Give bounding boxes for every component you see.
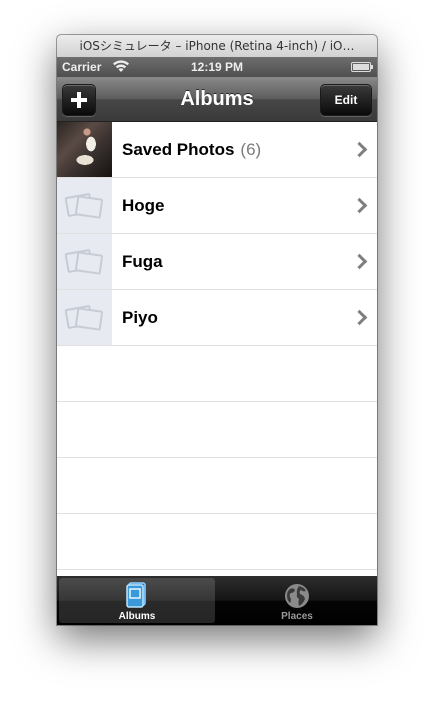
chevron-right-icon: [351, 141, 368, 158]
albums-icon: [126, 582, 146, 608]
empty-table-row: [57, 402, 377, 458]
empty-table-row: [57, 346, 377, 402]
album-row-fuga[interactable]: Fuga: [57, 234, 377, 290]
status-time: 12:19 PM: [190, 60, 244, 74]
chevron-right-icon: [351, 309, 368, 326]
empty-table-row: [57, 514, 377, 570]
album-label: Saved Photos (6): [122, 122, 261, 177]
globe-icon: [285, 584, 309, 608]
tab-places[interactable]: Places: [219, 578, 375, 623]
edit-button[interactable]: Edit: [320, 84, 372, 116]
photo-placeholder-icon: [64, 249, 104, 275]
tab-albums[interactable]: Albums: [59, 578, 215, 623]
album-placeholder-thumbnail: [57, 234, 112, 289]
chevron-right-icon: [351, 253, 368, 270]
device-screen: Carrier 12:19 PM Albums Edit Saved Photo…: [57, 57, 377, 625]
photo-placeholder-icon: [64, 305, 104, 331]
album-name: Piyo: [122, 308, 158, 327]
tab-bar: Albums Places: [57, 576, 377, 625]
window-title: iOSシミュレータ – iPhone (Retina 4-inch) / iO…: [79, 39, 355, 53]
album-count: (6): [240, 140, 262, 159]
photo-placeholder-icon: [64, 193, 104, 219]
simulator-window: iOSシミュレータ – iPhone (Retina 4-inch) / iO……: [57, 35, 377, 625]
window-title-bar: iOSシミュレータ – iPhone (Retina 4-inch) / iO…: [57, 35, 377, 58]
album-thumbnail: [57, 122, 112, 177]
album-name: Saved Photos: [122, 140, 235, 159]
album-placeholder-thumbnail: [57, 178, 112, 233]
navigation-bar: Albums Edit: [57, 77, 377, 122]
empty-table-row: [57, 458, 377, 514]
status-bar: Carrier 12:19 PM: [57, 57, 377, 77]
albums-table: Saved Photos (6) Hoge Fuga Piyo: [57, 122, 377, 570]
album-row-piyo[interactable]: Piyo: [57, 290, 377, 346]
tab-label: Albums: [118, 611, 156, 622]
album-name: Fuga: [122, 252, 163, 271]
battery-icon: [351, 62, 373, 72]
album-row-hoge[interactable]: Hoge: [57, 178, 377, 234]
album-placeholder-thumbnail: [57, 290, 112, 345]
album-row-saved-photos[interactable]: Saved Photos (6): [57, 122, 377, 178]
chevron-right-icon: [351, 197, 368, 214]
tab-label: Places: [281, 611, 313, 622]
album-name: Hoge: [122, 196, 165, 215]
